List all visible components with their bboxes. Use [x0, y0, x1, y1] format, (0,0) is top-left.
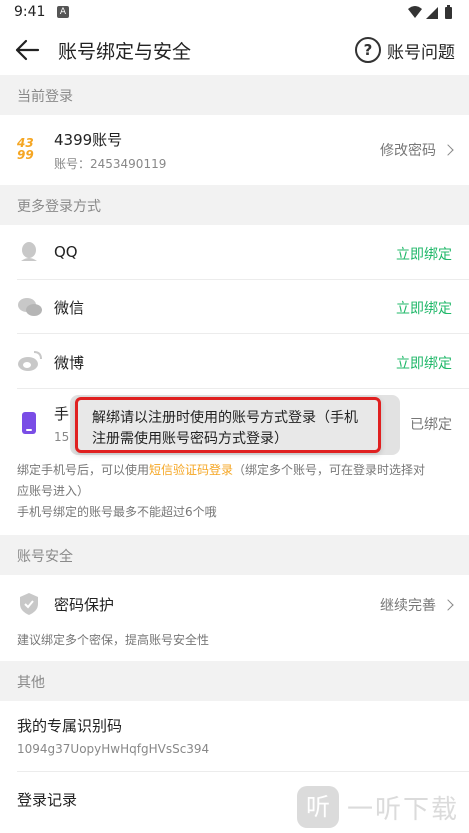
unique-id-title: 我的专属识别码: [17, 717, 123, 735]
phone-bound-status[interactable]: 已绑定: [410, 414, 452, 434]
chevron-right-icon: [442, 599, 454, 611]
password-protection-row[interactable]: 密码保护 继续完善: [0, 575, 469, 631]
app-header: 账号绑定与安全 ? 账号问题: [0, 26, 469, 74]
change-password-link[interactable]: 修改密码: [380, 140, 454, 160]
status-icons: [407, 5, 459, 25]
note-text: 应账号进入）: [17, 484, 90, 498]
question-icon: ?: [355, 37, 381, 63]
wifi-signal-battery-icon: [408, 5, 452, 19]
unbind-toast: 解绑请以注册时使用的账号方式登录（手机 注册需使用账号密码方式登录）: [75, 397, 381, 453]
help-label: 账号问题: [387, 42, 455, 63]
weibo-bind-button[interactable]: 立即绑定: [396, 353, 452, 373]
note-text: 手机号绑定的账号最多不能超过6个哦: [17, 505, 217, 519]
section-account-security: 账号安全: [0, 535, 469, 575]
password-protection-label: 密码保护: [54, 596, 115, 614]
4399-logo-icon: 43 99: [17, 136, 34, 162]
watermark-text: 一听下载: [346, 794, 459, 825]
section-other: 其他: [0, 661, 469, 701]
wechat-label: 微信: [54, 299, 85, 317]
toast-line: 注册需使用账号密码方式登录）: [92, 431, 288, 447]
security-note: 建议绑定多个密保，提高账号安全性: [17, 633, 210, 647]
section-title: 其他: [17, 675, 45, 691]
phone-number: 15: [54, 430, 70, 444]
watermark: 听 一听下载: [296, 786, 459, 828]
section-current-login: 当前登录: [0, 75, 469, 115]
toast-line: 解绑请以注册时使用的账号方式登录（手机: [92, 410, 358, 426]
unique-id-value: 1094g37UopyHwHqfgHVsSc394: [17, 742, 210, 756]
account-number: 账号：2453490119: [54, 157, 167, 171]
continue-improve-link[interactable]: 继续完善: [380, 595, 454, 615]
wechat-bind-button[interactable]: 立即绑定: [396, 298, 452, 318]
phone-binding-note: 绑定手机号后，可以使用短信验证码登录（绑定多个账号，可在登录时选择对 应账号进入…: [17, 460, 457, 523]
weibo-icon: [18, 351, 42, 371]
notification-badge: A: [57, 6, 69, 18]
qq-bind-button[interactable]: 立即绑定: [396, 244, 452, 264]
watermark-logo-icon: 听: [296, 786, 339, 828]
unique-id-row[interactable]: 我的专属识别码 1094g37UopyHwHqfgHVsSc394: [0, 701, 469, 772]
chevron-right-icon: [442, 144, 454, 156]
wechat-binding-row[interactable]: 微信 立即绑定: [0, 280, 469, 334]
login-record-label: 登录记录: [17, 791, 78, 809]
change-password-label: 修改密码: [380, 143, 436, 159]
current-account-row[interactable]: 43 99 4399账号 账号：2453490119 修改密码: [0, 115, 469, 185]
status-bar: 9:41 A: [0, 0, 469, 26]
shield-icon: [20, 593, 38, 615]
phone-label: 手: [54, 405, 70, 423]
qq-binding-row[interactable]: QQ 立即绑定: [0, 225, 469, 280]
weibo-label: 微博: [54, 354, 85, 372]
note-text: 绑定手机号后，可以使用: [17, 463, 150, 477]
page-title: 账号绑定与安全: [58, 41, 192, 63]
sms-login-link[interactable]: 短信验证码登录: [149, 463, 233, 477]
status-time: 9:41: [14, 4, 46, 20]
phone-icon: [22, 412, 36, 434]
account-title: 4399账号: [54, 131, 123, 149]
wechat-icon: [18, 298, 42, 316]
qq-label: QQ: [54, 243, 78, 261]
weibo-binding-row[interactable]: 微博 立即绑定: [0, 334, 469, 389]
continue-improve-label: 继续完善: [380, 598, 436, 614]
section-title: 账号安全: [17, 549, 73, 565]
section-more-login: 更多登录方式: [0, 185, 469, 225]
section-title: 更多登录方式: [17, 199, 101, 215]
section-title: 当前登录: [17, 89, 73, 105]
note-text: （绑定多个账号，可在登录时选择对: [233, 463, 426, 477]
back-arrow-icon[interactable]: [14, 38, 40, 62]
qq-icon: [21, 242, 37, 261]
account-help-button[interactable]: ? 账号问题: [355, 37, 455, 63]
